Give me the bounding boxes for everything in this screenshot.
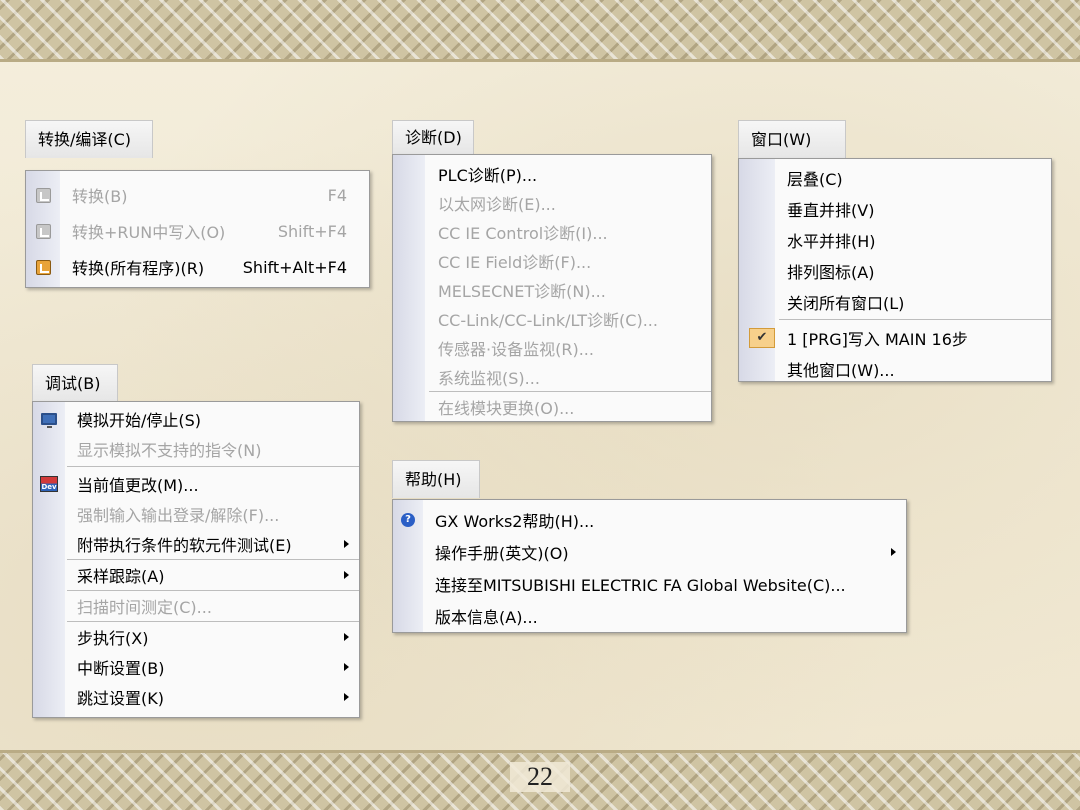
menu-title-debug[interactable]: 调试(B)	[32, 364, 118, 402]
convert-icon	[26, 187, 60, 203]
menu-title-convert[interactable]: 转换/编译(C)	[25, 120, 153, 158]
menu-item-label: 采样跟踪(A)	[77, 567, 165, 586]
menu-item-window-1[interactable]: ✔ 1 [PRG]写入 MAIN 16步	[739, 322, 1051, 353]
menu-item-label: 层叠(C)	[787, 169, 843, 189]
menu-item-label: 扫描时间测定(C)...	[77, 598, 212, 617]
menu-item-label: 当前值更改(M)...	[77, 476, 199, 495]
menu-item-label: GX Works2帮助(H)...	[435, 512, 595, 531]
menu-separator	[67, 466, 359, 467]
check-icon: ✔	[742, 327, 782, 348]
menu-item-label: CC IE Control诊断(I)...	[438, 223, 608, 243]
simulation-icon	[33, 413, 65, 428]
menu-item-label: 排列图标(A)	[787, 262, 875, 282]
menu-item-shortcut: Shift+F4	[277, 221, 347, 241]
submenu-arrow-icon	[344, 633, 349, 641]
menu-item-skip-settings[interactable]: 跳过设置(K)	[33, 682, 359, 712]
menu-item-label: 中断设置(B)	[77, 659, 165, 678]
menu-item-ethernet-diagnosis[interactable]: 以太网诊断(E)...	[393, 188, 711, 217]
dev-icon: Dev	[33, 476, 65, 492]
menu-item-shortcut: F4	[327, 185, 347, 205]
page-number: 22	[510, 762, 570, 792]
menu-item-label: 步执行(X)	[77, 629, 149, 648]
menu-item-forced-io[interactable]: 强制输入输出登录/解除(F)...	[33, 499, 359, 529]
convert-all-icon	[26, 259, 60, 275]
menu-item-label: 强制输入输出登录/解除(F)...	[77, 506, 280, 525]
menu-item-online-module-change[interactable]: 在线模块更换(O)...	[393, 392, 711, 421]
menu-panel-debug: 模拟开始/停止(S) 显示模拟不支持的指令(N) Dev 当前值更改(M)...…	[32, 401, 360, 718]
submenu-arrow-icon	[344, 540, 349, 548]
menu-item-version-info[interactable]: 版本信息(A)...	[393, 600, 906, 632]
menu-item-label: 系统监视(S)...	[438, 368, 540, 388]
menu-item-label: 关闭所有窗口(L)	[787, 293, 905, 313]
menu-item-device-test-with-condition[interactable]: 附带执行条件的软元件测试(E)	[33, 529, 359, 559]
menu-item-shortcut: Shift+Alt+F4	[242, 257, 347, 277]
menu-item-label: 垂直并排(V)	[787, 200, 875, 220]
menu-panel-help: ? GX Works2帮助(H)... 操作手册(英文)(O) 连接至MITSU…	[392, 499, 907, 633]
submenu-arrow-icon	[344, 693, 349, 701]
menu-item-label: 转换+RUN中写入(O)	[72, 223, 226, 242]
menu-item-other-windows[interactable]: 其他窗口(W)...	[739, 353, 1051, 384]
menu-item-gx-works2-help[interactable]: ? GX Works2帮助(H)...	[393, 504, 906, 536]
menu-item-label: MELSECNET诊断(N)...	[438, 281, 606, 301]
menu-item-convert[interactable]: 转换(B) F4	[26, 177, 369, 213]
menu-title-help[interactable]: 帮助(H)	[392, 460, 480, 498]
menu-item-cascade[interactable]: 层叠(C)	[739, 162, 1051, 193]
menu-item-label: PLC诊断(P)...	[438, 165, 538, 185]
submenu-arrow-icon	[891, 548, 896, 556]
menu-item-cc-ie-field-diagnosis[interactable]: CC IE Field诊断(F)...	[393, 246, 711, 275]
menu-item-simulation-start-stop[interactable]: 模拟开始/停止(S)	[33, 404, 359, 434]
menu-item-label: 跳过设置(K)	[77, 689, 164, 708]
menu-item-melsecnet-diagnosis[interactable]: MELSECNET诊断(N)...	[393, 275, 711, 304]
menu-item-label: 转换(B)	[72, 187, 128, 206]
menu-item-label: 连接至MITSUBISHI ELECTRIC FA Global Website…	[435, 576, 846, 595]
menu-item-label: 转换(所有程序)(R)	[72, 259, 205, 278]
menu-item-label: 传感器·设备监视(R)...	[438, 339, 594, 359]
menu-item-convert-run-write[interactable]: 转换+RUN中写入(O) Shift+F4	[26, 213, 369, 249]
submenu-arrow-icon	[344, 571, 349, 579]
menu-item-sensor-device-monitor[interactable]: 传感器·设备监视(R)...	[393, 333, 711, 362]
menu-item-label: 以太网诊断(E)...	[438, 194, 556, 214]
menu-item-tile-horizontal[interactable]: 水平并排(H)	[739, 224, 1051, 255]
convert-run-write-icon	[26, 223, 60, 239]
menu-item-cc-link-diagnosis[interactable]: CC-Link/CC-Link/LT诊断(C)...	[393, 304, 711, 333]
menu-panel-window: 层叠(C) 垂直并排(V) 水平并排(H) 排列图标(A) 关闭所有窗口(L) …	[738, 158, 1052, 382]
menu-item-sampling-trace[interactable]: 采样跟踪(A)	[33, 560, 359, 590]
menu-item-plc-diagnosis[interactable]: PLC诊断(P)...	[393, 159, 711, 188]
submenu-arrow-icon	[344, 663, 349, 671]
menu-item-step-execution[interactable]: 步执行(X)	[33, 622, 359, 652]
help-icon: ?	[393, 513, 423, 527]
menu-item-label: 在线模块更换(O)...	[438, 398, 575, 418]
menu-panel-convert: 转换(B) F4 转换+RUN中写入(O) Shift+F4 转换(所有程序)(…	[25, 170, 370, 288]
menu-panel-diagnose: PLC诊断(P)... 以太网诊断(E)... CC IE Control诊断(…	[392, 154, 712, 422]
menu-title-window[interactable]: 窗口(W)	[738, 120, 846, 158]
decorative-top-border	[0, 0, 1080, 62]
menu-item-label: 水平并排(H)	[787, 231, 876, 251]
menu-item-mitsubishi-website[interactable]: 连接至MITSUBISHI ELECTRIC FA Global Website…	[393, 568, 906, 600]
menu-item-arrange-icons[interactable]: 排列图标(A)	[739, 255, 1051, 286]
menu-item-label: 显示模拟不支持的指令(N)	[77, 441, 262, 460]
menu-item-label: 操作手册(英文)(O)	[435, 544, 569, 563]
menu-item-convert-all[interactable]: 转换(所有程序)(R) Shift+Alt+F4	[26, 249, 369, 285]
menu-item-close-all-windows[interactable]: 关闭所有窗口(L)	[739, 286, 1051, 317]
menu-item-system-monitor[interactable]: 系统监视(S)...	[393, 362, 711, 391]
menu-item-label: 模拟开始/停止(S)	[77, 411, 202, 430]
menu-separator	[779, 319, 1051, 320]
menu-item-tile-vertical[interactable]: 垂直并排(V)	[739, 193, 1051, 224]
menu-item-label: 附带执行条件的软元件测试(E)	[77, 536, 292, 555]
menu-item-label: CC-Link/CC-Link/LT诊断(C)...	[438, 310, 658, 330]
menu-item-operation-manual[interactable]: 操作手册(英文)(O)	[393, 536, 906, 568]
menu-item-label: CC IE Field诊断(F)...	[438, 252, 592, 272]
menu-item-label: 其他窗口(W)...	[787, 360, 895, 380]
menu-item-current-value-change[interactable]: Dev 当前值更改(M)...	[33, 469, 359, 499]
menu-item-label: 版本信息(A)...	[435, 608, 538, 627]
menu-title-diagnose[interactable]: 诊断(D)	[392, 120, 474, 154]
menu-item-cc-ie-control-diagnosis[interactable]: CC IE Control诊断(I)...	[393, 217, 711, 246]
menu-item-label: 1 [PRG]写入 MAIN 16步	[787, 329, 968, 349]
menu-item-unsupported-instructions[interactable]: 显示模拟不支持的指令(N)	[33, 434, 359, 464]
menu-item-break-settings[interactable]: 中断设置(B)	[33, 652, 359, 682]
menu-item-scan-time-measure[interactable]: 扫描时间测定(C)...	[33, 591, 359, 621]
